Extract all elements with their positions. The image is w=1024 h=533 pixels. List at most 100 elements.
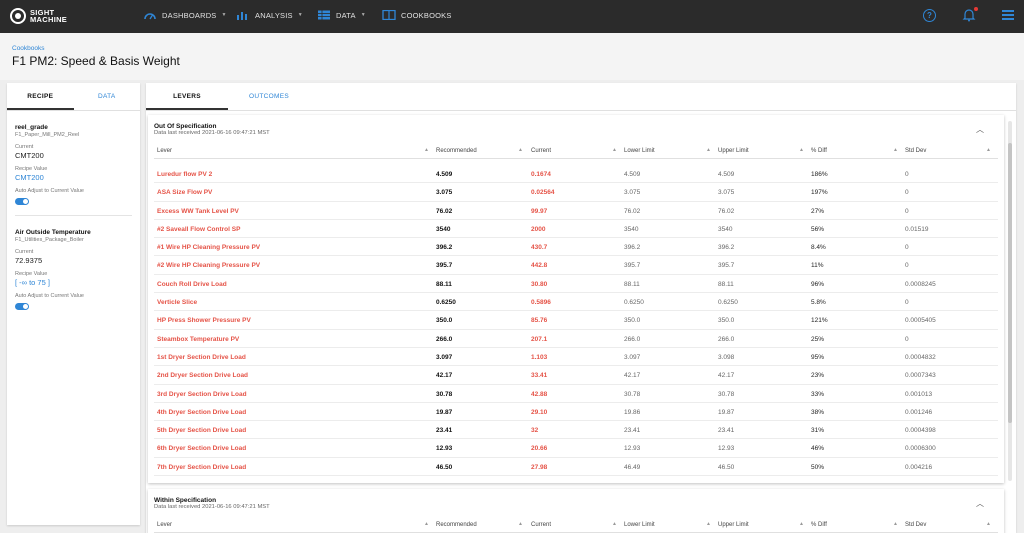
tab-recipe[interactable]: RECIPE — [7, 83, 74, 110]
sort-icon[interactable]: ▲ — [518, 521, 523, 527]
hamburger-menu-icon[interactable] — [1002, 10, 1014, 20]
out-of-spec-table-header: Lever ▲ Recommended ▲ Current ▲ Lower Li… — [154, 145, 998, 159]
lever-name[interactable]: 4th Dryer Section Drive Load — [157, 409, 246, 416]
table-row[interactable]: 7th Dryer Section Drive Load 46.50 27.98 46… — [154, 458, 998, 477]
col-std-dev[interactable]: Std Dev — [905, 522, 926, 528]
current-value: 72.9375 — [15, 256, 43, 265]
table-row[interactable]: #2 Saveall Flow Control SP 3540 2000 3540 35… — [154, 220, 998, 239]
col-lever[interactable]: Lever — [157, 148, 172, 154]
upper-limit: 19.87 — [718, 408, 735, 416]
table-row[interactable]: Luredur flow PV 2 4.509 0.1674 4.509 4.509 18… — [154, 165, 998, 184]
lever-name[interactable]: 7th Dryer Section Drive Load — [157, 464, 246, 471]
col-current[interactable]: Current — [531, 148, 551, 154]
tab-outcomes[interactable]: OUTCOMES — [228, 83, 310, 110]
sort-icon[interactable]: ▲ — [706, 521, 711, 527]
col-pct-diff[interactable]: % Diff — [811, 148, 827, 154]
table-row[interactable]: 5th Dryer Section Drive Load 23.41 32 23.41… — [154, 421, 998, 440]
col-upper-limit[interactable]: Upper Limit — [718, 148, 749, 154]
sort-icon[interactable]: ▲ — [799, 147, 804, 153]
lever-name[interactable]: HP Press Shower Pressure PV — [157, 317, 251, 324]
recommended-value: 76.02 — [436, 207, 453, 215]
pct-diff: 38% — [811, 408, 825, 416]
lever-name[interactable]: Steambox Temperature PV — [157, 336, 239, 343]
lever-name[interactable]: ASA Size Flow PV — [157, 189, 212, 196]
sort-icon[interactable]: ▲ — [424, 147, 429, 153]
collapse-chevron-up-icon[interactable]: ︿ — [976, 124, 984, 135]
upper-limit: 30.78 — [718, 390, 735, 398]
lever-name[interactable]: 2nd Dryer Section Drive Load — [157, 372, 248, 379]
tab-data[interactable]: DATA — [74, 83, 141, 110]
std-dev: 0.001246 — [905, 408, 933, 416]
lever-name[interactable]: Luredur flow PV 2 — [157, 171, 212, 178]
sort-icon[interactable]: ▲ — [986, 147, 991, 153]
lever-name[interactable]: Verticle Slice — [157, 299, 197, 306]
chevron-down-icon: ▼ — [360, 12, 366, 18]
lever-name[interactable]: #2 Wire HP Cleaning Pressure PV — [157, 262, 260, 269]
sort-icon[interactable]: ▲ — [706, 147, 711, 153]
sight-machine-logo[interactable]: SIGHT MACHINE — [10, 8, 67, 24]
breadcrumb-cookbooks[interactable]: Cookbooks — [12, 45, 45, 52]
bar-chart-icon — [237, 12, 247, 20]
auto-adjust-toggle[interactable] — [15, 303, 29, 310]
col-lower-limit[interactable]: Lower Limit — [624, 522, 655, 528]
notification-bell-icon[interactable] — [962, 7, 978, 22]
recommended-value: 30.78 — [436, 390, 453, 398]
lever-name[interactable]: Excess WW Tank Level PV — [157, 208, 239, 215]
lower-limit: 46.49 — [624, 463, 641, 471]
help-icon[interactable]: ? — [923, 8, 936, 22]
sort-icon[interactable]: ▲ — [424, 521, 429, 527]
lower-limit: 266.0 — [624, 335, 641, 343]
lever-name[interactable]: Couch Roll Drive Load — [157, 281, 227, 288]
pct-diff: 11% — [811, 262, 824, 270]
vertical-scrollbar[interactable] — [1008, 121, 1012, 481]
lever-name[interactable]: #1 Wire HP Cleaning Pressure PV — [157, 244, 260, 251]
col-recommended[interactable]: Recommended — [436, 148, 477, 154]
table-row[interactable]: Couch Roll Drive Load 88.11 30.80 88.11 88.1… — [154, 275, 998, 294]
table-row[interactable]: Excess WW Tank Level PV 76.02 99.97 76.02 76… — [154, 202, 998, 220]
sort-icon[interactable]: ▲ — [799, 521, 804, 527]
auto-adjust-toggle[interactable] — [15, 198, 29, 205]
table-row[interactable]: 3rd Dryer Section Drive Load 30.78 42.88 30… — [154, 385, 998, 403]
col-upper-limit[interactable]: Upper Limit — [718, 522, 749, 528]
lever-name[interactable]: 5th Dryer Section Drive Load — [157, 427, 246, 434]
nav-data[interactable]: DATA ▼ — [317, 10, 366, 20]
table-row[interactable]: 4th Dryer Section Drive Load 19.87 29.10 19… — [154, 403, 998, 422]
recipe-value[interactable]: CMT200 — [15, 173, 132, 182]
sort-icon[interactable]: ▲ — [612, 147, 617, 153]
sort-icon[interactable]: ▲ — [893, 147, 898, 153]
sort-icon[interactable]: ▲ — [986, 521, 991, 527]
collapse-chevron-up-icon[interactable]: ︿ — [976, 498, 984, 509]
table-row[interactable]: 6th Dryer Section Drive Load 12.93 20.66 12… — [154, 439, 998, 458]
tab-levers[interactable]: LEVERS — [146, 83, 228, 110]
col-lower-limit[interactable]: Lower Limit — [624, 148, 655, 154]
recipe-value[interactable]: [ -∞ to 75 ] — [15, 278, 132, 287]
col-pct-diff[interactable]: % Diff — [811, 522, 827, 528]
table-row[interactable]: 2nd Dryer Section Drive Load 42.17 33.41 42… — [154, 366, 998, 385]
nav-cookbooks[interactable]: COOKBOOKS — [382, 10, 452, 20]
lever-name[interactable]: 1st Dryer Section Drive Load — [157, 354, 246, 361]
table-row[interactable]: #2 Wire HP Cleaning Pressure PV 395.7 442.… — [154, 256, 998, 275]
std-dev: 0.0008245 — [905, 280, 936, 288]
sort-icon[interactable]: ▲ — [612, 521, 617, 527]
col-current[interactable]: Current — [531, 522, 551, 528]
table-row[interactable]: #1 Wire HP Cleaning Pressure PV 396.2 430.… — [154, 238, 998, 257]
col-recommended[interactable]: Recommended — [436, 522, 477, 528]
sort-icon[interactable]: ▲ — [893, 521, 898, 527]
lever-name[interactable]: 3rd Dryer Section Drive Load — [157, 391, 247, 398]
lever-name[interactable]: 6th Dryer Section Drive Load — [157, 445, 246, 452]
sort-icon[interactable]: ▲ — [518, 147, 523, 153]
out-of-spec-card: Out Of Specification Data last received … — [148, 115, 1004, 483]
nav-dashboards[interactable]: DASHBOARDS ▼ — [143, 10, 227, 20]
col-std-dev[interactable]: Std Dev — [905, 148, 926, 154]
table-row[interactable]: ASA Size Flow PV 3.075 0.02564 3.075 3.075 19… — [154, 183, 998, 202]
lever-name[interactable]: #2 Saveall Flow Control SP — [157, 226, 240, 233]
table-row[interactable]: 1st Dryer Section Drive Load 3.097 1.103 3.… — [154, 348, 998, 367]
table-row[interactable]: HP Press Shower Pressure PV 350.0 85.76 350… — [154, 311, 998, 330]
pct-diff: 8.4% — [811, 244, 826, 252]
col-lever[interactable]: Lever — [157, 522, 172, 528]
table-row[interactable]: Verticle Slice 0.6250 0.5896 0.6250 0.6250 5.… — [154, 293, 998, 312]
pct-diff: 31% — [811, 427, 825, 435]
lower-limit: 350.0 — [624, 317, 641, 325]
nav-analysis[interactable]: ANALYSIS ▼ — [236, 10, 303, 20]
table-row[interactable]: Steambox Temperature PV 266.0 207.1 266.0 26… — [154, 330, 998, 348]
